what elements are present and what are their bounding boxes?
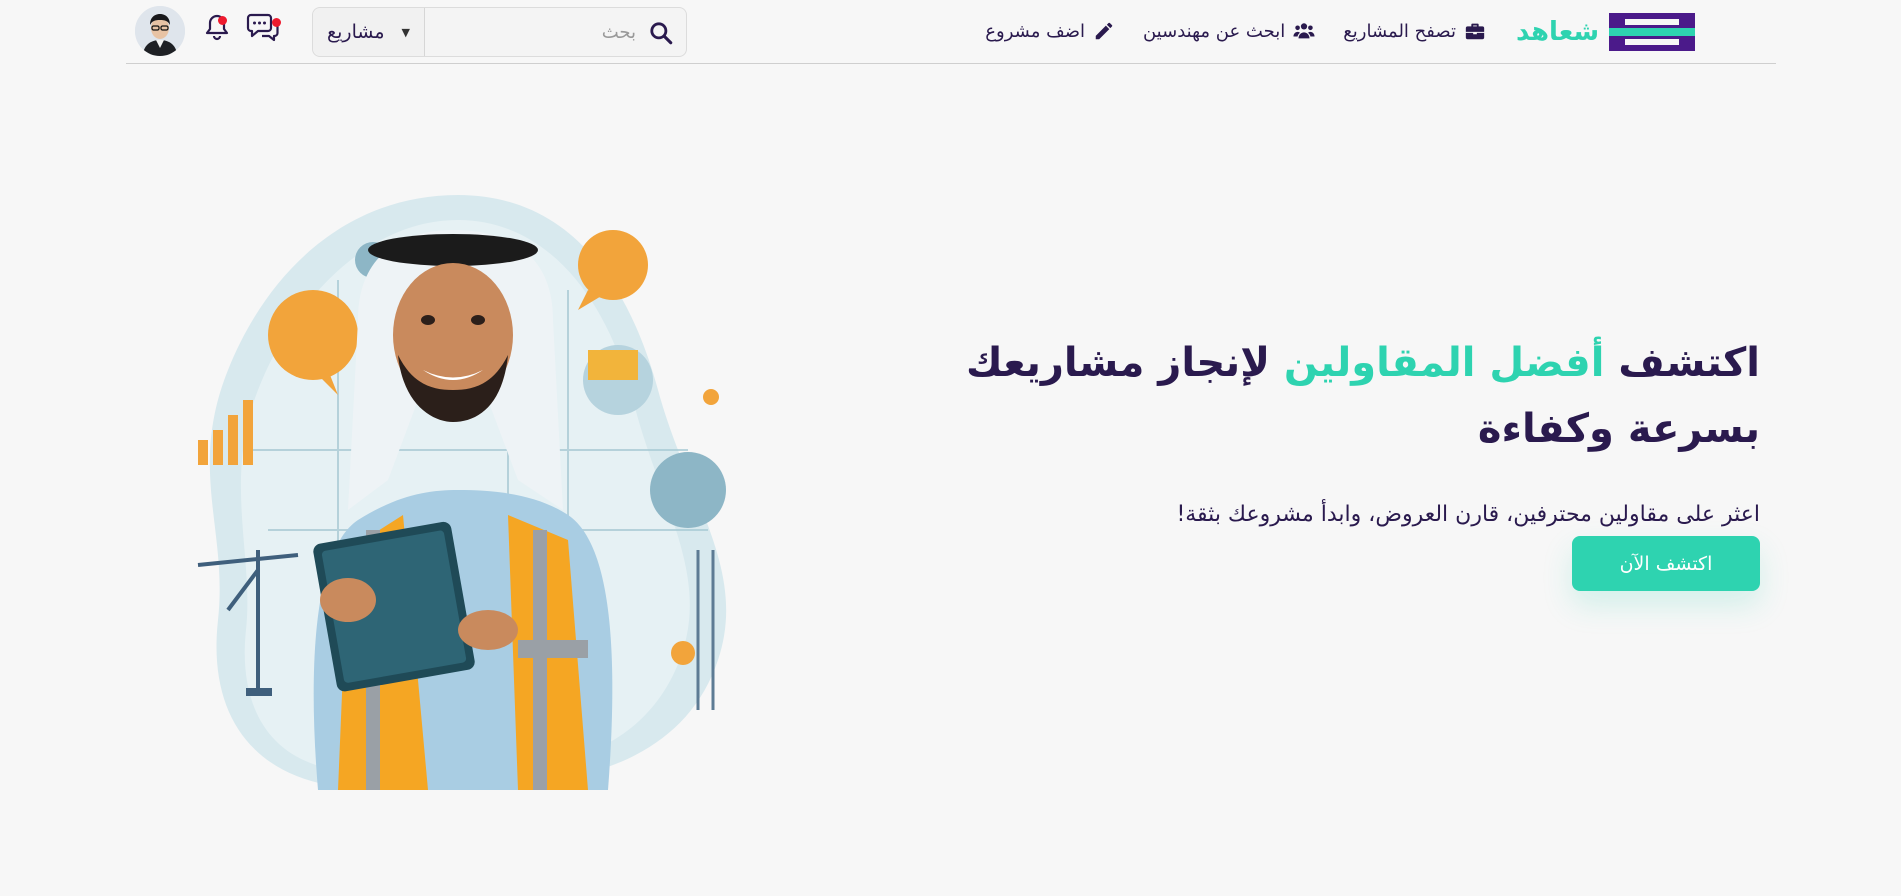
briefcase-icon	[1465, 23, 1485, 40]
hero-title-accent: أفضل المقاولين	[1283, 340, 1605, 386]
hero-title: اكتشف أفضل المقاولين لإنجاز مشاريعك بسرع…	[900, 330, 1760, 462]
avatar-image	[135, 6, 185, 56]
engineer-illustration	[197, 195, 727, 790]
pencil-icon	[1095, 22, 1113, 40]
chat-unread-dot	[272, 18, 281, 27]
notifications-button[interactable]	[204, 12, 232, 42]
search-category-value: مشاريع	[327, 21, 385, 43]
nav-browse-projects[interactable]: تصفح المشاريع	[1343, 20, 1486, 42]
discover-now-button[interactable]: اكتشف الآن	[1572, 536, 1760, 591]
nav-find-engineers[interactable]: ابحث عن مهندسين	[1143, 20, 1315, 42]
hero-subtitle: اعثر على مقاولين محترفين، قارن العروض، و…	[1176, 502, 1760, 527]
search-icon[interactable]	[648, 20, 674, 46]
nav-browse-projects-label: تصفح المشاريع	[1343, 20, 1456, 42]
chat-icon	[246, 13, 279, 42]
users-icon	[1293, 23, 1315, 39]
chevron-down-icon: ▼	[401, 25, 410, 39]
messages-button[interactable]	[246, 12, 281, 42]
nav-add-project-label: اضف مشروع	[985, 20, 1085, 42]
bell-unread-dot	[218, 16, 227, 25]
user-avatar[interactable]	[135, 6, 185, 56]
logo-wordmark: شعاهد	[1516, 17, 1600, 47]
search-input[interactable]	[476, 18, 636, 46]
main-nav: اضف مشروع ابحث عن مهندسين تصفح المشاريع	[985, 0, 1486, 62]
nav-find-engineers-label: ابحث عن مهندسين	[1142, 20, 1286, 42]
logo-mark-icon	[1609, 13, 1696, 51]
bell-icon	[205, 14, 229, 41]
hero-title-part1: اكتشف	[1604, 340, 1760, 386]
site-logo[interactable]: شعاهد	[1516, 12, 1756, 52]
search-bar: ▼ مشاريع	[312, 7, 687, 57]
nav-add-project[interactable]: اضف مشروع	[985, 20, 1115, 42]
hero-section: اكتشف أفضل المقاولين لإنجاز مشاريعك بسرع…	[900, 330, 1760, 527]
top-navbar: شعاهد اضف مشروع ابحث عن مهندسين تصفح الم…	[126, 0, 1776, 64]
search-category-select[interactable]: ▼ مشاريع	[313, 8, 425, 56]
